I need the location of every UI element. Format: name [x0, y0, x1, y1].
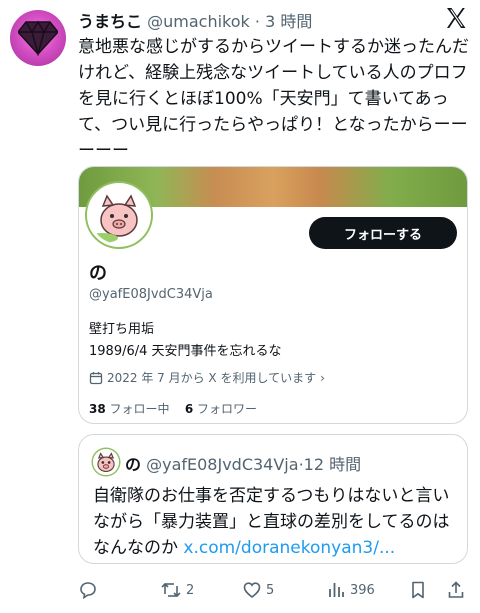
- following-count: 38: [89, 402, 106, 416]
- like-count: 5: [266, 582, 275, 598]
- bookmark-button[interactable]: [408, 578, 428, 602]
- quote-text: 自衛隊のお仕事を否定するつもりはないと言いながら「暴力装置」と直球の差別をしてる…: [93, 483, 459, 561]
- views-icon: [329, 583, 344, 597]
- profile-name[interactable]: の: [89, 259, 107, 285]
- quote-timestamp: 12 時間: [303, 455, 362, 474]
- followers-count: 6: [184, 402, 194, 416]
- quote-link[interactable]: x.com/doranekonyan3/...: [183, 538, 395, 558]
- retweet-icon: [161, 582, 181, 598]
- bookmark-icon: [412, 581, 424, 599]
- share-button[interactable]: [446, 578, 466, 602]
- separator-dot: ·: [254, 12, 260, 31]
- quote-avatar: [93, 449, 119, 475]
- profile-joined: 2022 年 7 月から X を利用しています ›: [89, 369, 325, 386]
- author-avatar[interactable]: [10, 10, 66, 66]
- profile-avatar[interactable]: [87, 183, 151, 247]
- x-logo-icon: [447, 8, 466, 28]
- following-label: フォロー中: [109, 402, 170, 416]
- share-icon: [448, 581, 464, 598]
- quote-header: の @yafE08JvdC34Vja·12 時間: [125, 451, 361, 475]
- action-bar: 2 5 396: [78, 578, 468, 602]
- following-stat[interactable]: 38 フォロー中: [89, 402, 173, 416]
- author-handle[interactable]: @umachikok: [147, 12, 250, 31]
- tweet-timestamp[interactable]: 3 時間: [265, 12, 312, 31]
- profile-stats: 38 フォロー中 6 フォロワー: [89, 400, 257, 417]
- follow-button[interactable]: フォローする: [309, 217, 457, 249]
- profile-card[interactable]: フォローする の @yafE08JvdC34Vja 壁打ち用垢 1989/6/4…: [78, 166, 468, 424]
- quote-author-handle: @yafE08JvdC34Vja: [146, 455, 299, 474]
- quoted-tweet[interactable]: の @yafE08JvdC34Vja·12 時間 自衛隊のお仕事を否定するつもり…: [78, 434, 468, 564]
- profile-bio: 壁打ち用垢 1989/6/4 天安門事件を忘れるな: [89, 322, 282, 359]
- reply-button[interactable]: [78, 578, 102, 602]
- like-button[interactable]: 5: [242, 578, 274, 602]
- diamond-icon: [18, 20, 58, 56]
- tweet-text: 意地悪な感じがするからツイートするか迷ったんだけれど、経験上残念なツイートしてい…: [78, 37, 469, 161]
- views-button[interactable]: 396: [326, 578, 375, 602]
- pig-icon: [90, 186, 148, 244]
- tweet-header: うまちこ @umachikok · 3 時間: [78, 8, 420, 31]
- pig-icon: [93, 449, 119, 475]
- retweet-button[interactable]: 2: [160, 578, 194, 602]
- joined-text: 2022 年 7 月から X を利用しています: [107, 371, 317, 385]
- chevron-right-icon: ›: [320, 370, 325, 385]
- quote-author-name: の: [125, 455, 142, 474]
- followers-label: フォロワー: [197, 402, 258, 416]
- followers-stat[interactable]: 6 フォロワー: [185, 402, 257, 416]
- calendar-icon: [89, 371, 103, 384]
- reply-icon: [80, 582, 96, 600]
- profile-handle[interactable]: @yafE08JvdC34Vja: [89, 287, 213, 302]
- views-count: 396: [350, 582, 375, 598]
- heart-icon: [243, 582, 261, 599]
- retweet-count: 2: [186, 582, 195, 598]
- author-name[interactable]: うまちこ: [78, 12, 142, 31]
